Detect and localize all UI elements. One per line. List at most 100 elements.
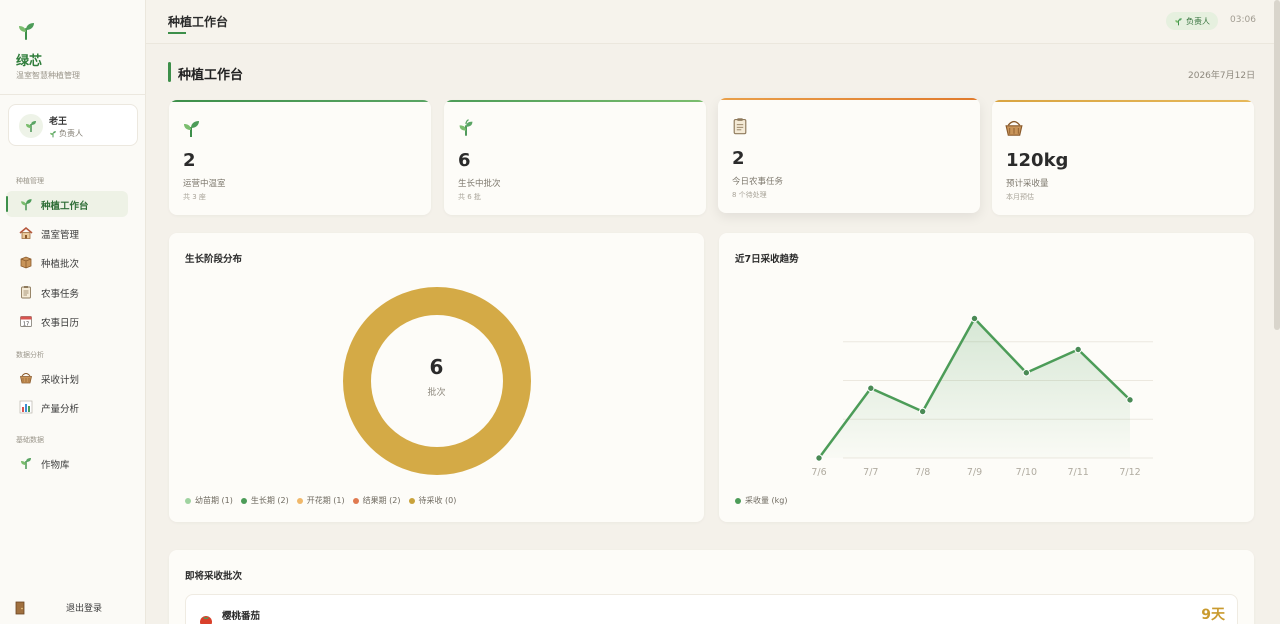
sprout-logo-icon bbox=[16, 20, 36, 40]
page-title-accent bbox=[168, 62, 171, 82]
legend-item-seedling[interactable]: 幼苗期 (1) bbox=[185, 495, 233, 506]
stat-sub: 共 3 座 bbox=[183, 193, 206, 201]
stat-card-greenhouses[interactable]: 2 运营中温室 共 3 座 bbox=[169, 100, 431, 215]
x-tick-label: 7/8 bbox=[915, 467, 930, 478]
sidebar-item-label: 产量分析 bbox=[41, 404, 80, 415]
legend-dot bbox=[240, 497, 247, 504]
data-point bbox=[1126, 396, 1134, 404]
data-point bbox=[970, 314, 979, 323]
herb-icon bbox=[50, 130, 56, 137]
stat-label: 今日农事任务 bbox=[732, 177, 784, 187]
user-card[interactable]: 老王 负责人 bbox=[8, 104, 138, 146]
nav-section-planting: 种植管理 bbox=[16, 177, 44, 185]
data-point bbox=[1022, 369, 1031, 377]
growth-stage-panel: 生长阶段分布 6 批次 幼苗期 (1) 生长期 (2) 开花期 (1) 结果期 … bbox=[169, 233, 704, 522]
user-name: 老王 bbox=[49, 117, 68, 127]
line-chart[interactable]: 7/6 7/7 7/8 7/9 7/10 7/11 7/12 bbox=[719, 233, 1254, 522]
brand-subtitle: 温室智慧种植管理 bbox=[16, 71, 80, 80]
herb-icon bbox=[1175, 17, 1182, 25]
donut-center-label: 批次 bbox=[427, 388, 446, 398]
clipboard-icon bbox=[19, 285, 33, 299]
avatar bbox=[19, 114, 43, 138]
header-title: 种植工作台 bbox=[168, 15, 229, 29]
stat-label: 生长中批次 bbox=[458, 179, 501, 189]
series-area bbox=[819, 318, 1130, 458]
stat-sub: 本月预估 bbox=[1006, 193, 1034, 201]
clock: 03:06 bbox=[1230, 15, 1256, 25]
harvest-trend-panel: 近7日采收趋势 7/6 7/7 7/8 7/9 7/10 7/11 7/12 采收量 (kg… bbox=[719, 233, 1254, 522]
legend-item-harvest-ready[interactable]: 待采收 (0) bbox=[408, 495, 457, 506]
sidebar-item-workbench[interactable]: 种植工作台 bbox=[6, 191, 128, 217]
sidebar-item-tasks[interactable]: 农事任务 bbox=[6, 279, 128, 305]
legend-dot bbox=[185, 497, 191, 504]
sidebar-item-label: 采收计划 bbox=[41, 375, 80, 386]
panel-title: 即将采收批次 bbox=[185, 571, 243, 582]
nav-section-analysis: 数据分析 bbox=[16, 351, 44, 359]
logout-label: 退出登录 bbox=[66, 604, 103, 614]
upcoming-harvest-panel: 即将采收批次 樱桃番茄 9天 bbox=[169, 550, 1254, 624]
sidebar: 绿芯 温室智慧种植管理 老王 负责人 种植管理 种植工作台 温室管理 种植批次 … bbox=[0, 0, 146, 624]
header-underline bbox=[168, 32, 186, 34]
batch-days-remaining: 9天 bbox=[1201, 607, 1225, 623]
stat-value: 2 bbox=[732, 148, 745, 169]
legend-label: 开花期 (1) bbox=[306, 496, 345, 505]
stat-card-batches[interactable]: 6 生长中批次 共 6 批 bbox=[444, 100, 706, 215]
legend-label: 幼苗期 (1) bbox=[195, 496, 233, 505]
top-header: 种植工作台 负责人 03:06 bbox=[146, 0, 1276, 44]
legend-dot bbox=[735, 497, 741, 504]
herb-icon bbox=[456, 118, 476, 138]
data-point bbox=[867, 384, 875, 392]
sidebar-item-calendar[interactable]: 17 农事日历 bbox=[6, 308, 128, 334]
nav-section-base: 基础数据 bbox=[16, 436, 44, 444]
sidebar-item-label: 农事日历 bbox=[41, 318, 80, 329]
sidebar-item-batches[interactable]: 种植批次 bbox=[6, 249, 128, 275]
legend-label: 待采收 (0) bbox=[418, 496, 457, 505]
brand-name: 绿芯 bbox=[16, 54, 43, 69]
scrollbar[interactable] bbox=[1274, 0, 1280, 330]
legend-dot bbox=[352, 497, 359, 504]
sidebar-item-harvest-plan[interactable]: 采收计划 bbox=[6, 365, 128, 391]
donut-ring bbox=[343, 287, 531, 475]
divider bbox=[0, 94, 146, 95]
legend-item-fruiting[interactable]: 结果期 (2) bbox=[352, 495, 401, 506]
donut-center-value: 6 bbox=[429, 355, 444, 379]
panel-title: 生长阶段分布 bbox=[185, 254, 243, 265]
page-title: 种植工作台 bbox=[178, 68, 244, 83]
legend-item-flowering[interactable]: 开花期 (1) bbox=[296, 495, 345, 506]
stat-sub: 共 6 批 bbox=[458, 193, 481, 201]
herb-icon bbox=[26, 121, 36, 132]
box-icon bbox=[19, 255, 33, 269]
sidebar-item-yield-analysis[interactable]: 产量分析 bbox=[6, 394, 128, 420]
door-icon bbox=[14, 600, 28, 615]
list-item[interactable]: 樱桃番茄 9天 bbox=[185, 594, 1238, 624]
x-tick-label: 7/12 bbox=[1119, 467, 1140, 478]
x-tick-label: 7/7 bbox=[863, 467, 878, 478]
herb-icon bbox=[19, 456, 33, 470]
sidebar-item-label: 温室管理 bbox=[41, 230, 80, 241]
data-point bbox=[918, 407, 927, 416]
stat-sub: 8 个待处理 bbox=[732, 191, 767, 199]
logout-button[interactable]: 退出登录 bbox=[14, 598, 132, 616]
stat-card-harvest[interactable]: 120kg 预计采收量 本月预估 bbox=[992, 100, 1254, 215]
sidebar-item-label: 种植批次 bbox=[41, 259, 80, 270]
stat-card-accent bbox=[169, 100, 431, 102]
stat-label: 运营中温室 bbox=[183, 179, 226, 189]
stat-card-tasks[interactable]: 2 今日农事任务 8 个待处理 bbox=[718, 98, 980, 213]
legend-label: 采收量 (kg) bbox=[745, 496, 788, 505]
stat-card-accent bbox=[444, 100, 706, 102]
stat-value: 120kg bbox=[1006, 150, 1069, 171]
sidebar-item-crops[interactable]: 作物库 bbox=[6, 450, 128, 476]
legend-item-growing[interactable]: 生长期 (2) bbox=[240, 495, 289, 506]
x-tick-label: 7/9 bbox=[967, 467, 982, 478]
donut-chart[interactable] bbox=[339, 285, 535, 481]
tomato-icon bbox=[198, 613, 214, 624]
legend-label: 结果期 (2) bbox=[362, 496, 401, 505]
legend-item-harvest[interactable]: 采收量 (kg) bbox=[735, 495, 788, 506]
x-tick-label: 7/6 bbox=[811, 467, 826, 478]
sidebar-item-greenhouse[interactable]: 温室管理 bbox=[6, 220, 128, 246]
legend-label: 生长期 (2) bbox=[250, 496, 289, 505]
calendar-icon: 17 bbox=[19, 314, 33, 328]
basket-icon bbox=[1004, 118, 1024, 138]
sprout-icon bbox=[19, 197, 33, 211]
bar-chart-icon bbox=[19, 400, 33, 414]
